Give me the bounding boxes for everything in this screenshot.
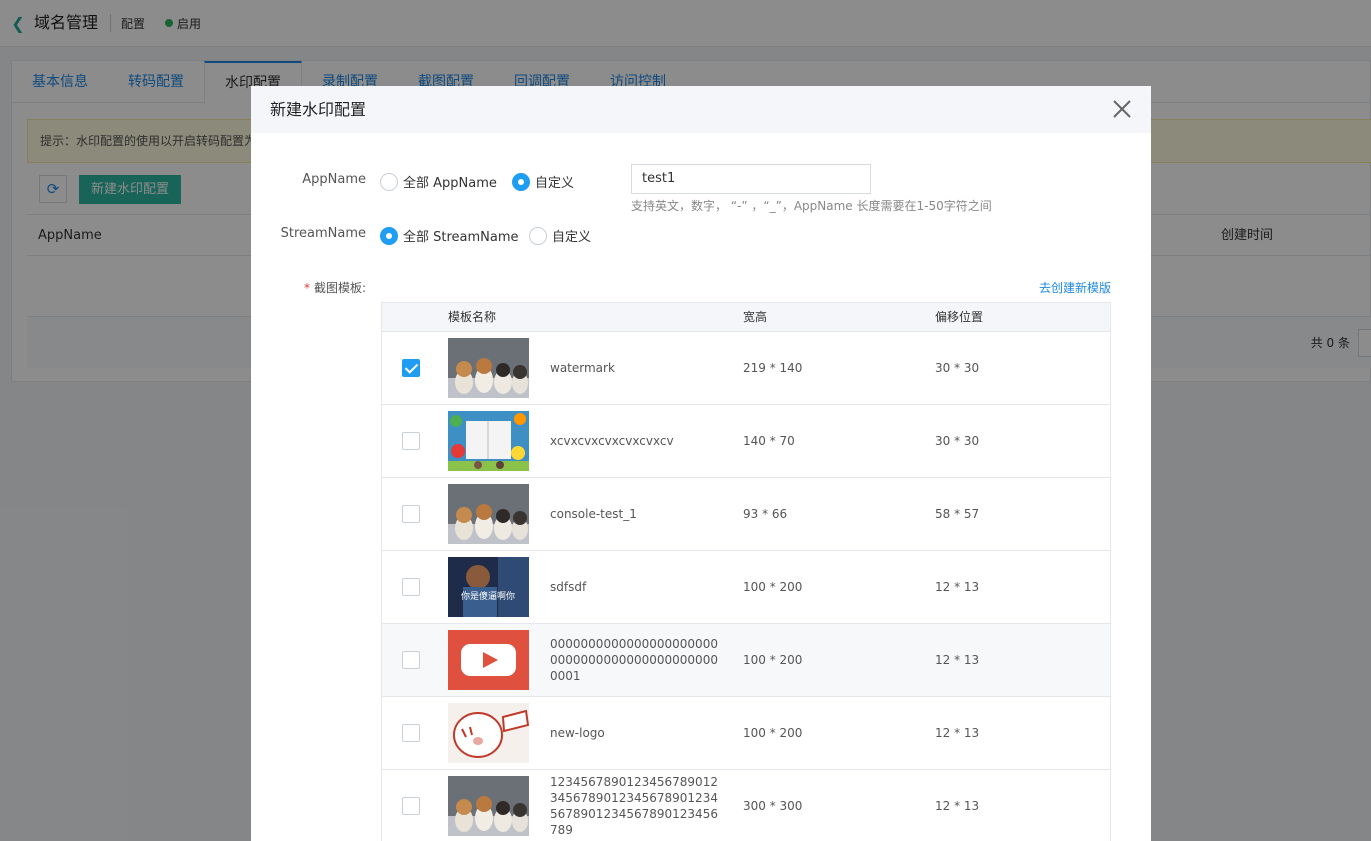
template-label: * 截图模板: xyxy=(251,279,366,296)
row-checkbox[interactable] xyxy=(402,797,420,815)
template-table: 模板名称 宽高 偏移位置 watermark 219 * 140 30 * 30 xc… xyxy=(381,302,1111,841)
template-name: 0000000000000000000000000000000000000000… xyxy=(550,637,718,683)
template-size: 300 * 300 xyxy=(743,799,803,813)
template-offset: 30 * 30 xyxy=(935,361,980,375)
template-offset: 30 * 30 xyxy=(935,434,980,448)
template-label-text: 截图模板: xyxy=(313,281,366,295)
template-thumbnail: 你是傻逼啊你 xyxy=(448,557,529,617)
row-checkbox[interactable] xyxy=(402,724,420,742)
template-thumbnail xyxy=(448,338,529,398)
table-row[interactable]: new-logo 100 * 200 12 * 13 xyxy=(382,697,1110,770)
appname-input[interactable]: test1 xyxy=(631,164,871,194)
template-table-header: 模板名称 宽高 偏移位置 xyxy=(382,303,1110,332)
radio-on-icon xyxy=(512,172,530,191)
template-size: 140 * 70 xyxy=(743,434,795,448)
radio-off-icon xyxy=(529,226,547,245)
template-size: 100 * 200 xyxy=(743,653,803,667)
streamname-custom-radio[interactable]: 自定义 xyxy=(529,226,591,245)
create-template-link[interactable]: 去创建新模版 xyxy=(1039,279,1111,296)
radio-off-icon xyxy=(380,172,398,191)
row-checkbox[interactable] xyxy=(402,505,420,523)
table-row[interactable]: 1234567890123456789012345678901234567890… xyxy=(382,770,1110,841)
radio-on-icon xyxy=(380,226,398,245)
appname-hint: 支持英文，数字， “-” ，“_”，AppName 长度需要在1-50字符之间 xyxy=(631,199,992,213)
row-checkbox[interactable] xyxy=(402,359,420,377)
table-row[interactable]: watermark 219 * 140 30 * 30 xyxy=(382,332,1110,405)
template-name: watermark xyxy=(550,361,615,375)
template-thumbnail xyxy=(448,411,529,471)
template-thumbnail xyxy=(448,630,529,690)
template-size: 93 * 66 xyxy=(743,507,788,521)
template-size: 219 * 140 xyxy=(743,361,803,375)
required-icon: * xyxy=(303,281,310,295)
template-size: 100 * 200 xyxy=(743,580,803,594)
template-thumbnail xyxy=(448,776,529,836)
close-icon[interactable] xyxy=(1111,98,1133,120)
column-offset: 偏移位置 xyxy=(935,310,984,324)
appname-all-radio[interactable]: 全部 AppName xyxy=(380,172,497,191)
column-size: 宽高 xyxy=(743,310,768,324)
appname-all-label: 全部 AppName xyxy=(403,176,497,191)
appname-label: AppName xyxy=(302,172,366,187)
template-name: new-logo xyxy=(550,726,605,740)
table-row[interactable]: 0000000000000000000000000000000000000000… xyxy=(382,624,1110,697)
template-rows: watermark 219 * 140 30 * 30 xcvxcvxcvxcvxcv… xyxy=(382,332,1110,841)
template-name: 1234567890123456789012345678901234567890… xyxy=(550,775,718,837)
appname-custom-label: 自定义 xyxy=(535,176,575,191)
template-thumbnail xyxy=(448,703,529,763)
streamname-all-label: 全部 StreamName xyxy=(403,230,519,245)
table-row[interactable]: console-test_1 93 * 66 58 * 57 xyxy=(382,478,1110,551)
template-name: console-test_1 xyxy=(550,507,637,521)
appname-custom-radio[interactable]: 自定义 xyxy=(512,172,574,191)
table-row[interactable]: 你是傻逼啊你 sdfsdf 100 * 200 12 * 13 xyxy=(382,551,1110,624)
template-offset: 12 * 13 xyxy=(935,580,980,594)
row-checkbox[interactable] xyxy=(402,578,420,596)
dialog-title: 新建水印配置 xyxy=(270,100,367,119)
template-name: xcvxcvxcvxcvxcvxcv xyxy=(550,434,674,448)
dialog-header: 新建水印配置 xyxy=(251,86,1151,133)
column-template-name: 模板名称 xyxy=(448,310,497,324)
template-offset: 12 * 13 xyxy=(935,726,980,740)
template-thumbnail xyxy=(448,484,529,544)
template-offset: 12 * 13 xyxy=(935,653,980,667)
row-checkbox[interactable] xyxy=(402,432,420,450)
streamname-label: StreamName xyxy=(280,226,366,241)
template-name: sdfsdf xyxy=(550,580,587,594)
template-offset: 12 * 13 xyxy=(935,799,980,813)
table-row[interactable]: xcvxcvxcvxcvxcvxcv 140 * 70 30 * 30 xyxy=(382,405,1110,478)
template-offset: 58 * 57 xyxy=(935,507,980,521)
template-size: 100 * 200 xyxy=(743,726,803,740)
streamname-custom-label: 自定义 xyxy=(552,230,592,245)
new-watermark-dialog: 新建水印配置 AppName 全部 AppName 自定义 test1 支持英文… xyxy=(251,86,1151,841)
svg-text:你是傻逼啊你: 你是傻逼啊你 xyxy=(461,590,515,602)
streamname-all-radio[interactable]: 全部 StreamName xyxy=(380,226,519,245)
row-checkbox[interactable] xyxy=(402,651,420,669)
